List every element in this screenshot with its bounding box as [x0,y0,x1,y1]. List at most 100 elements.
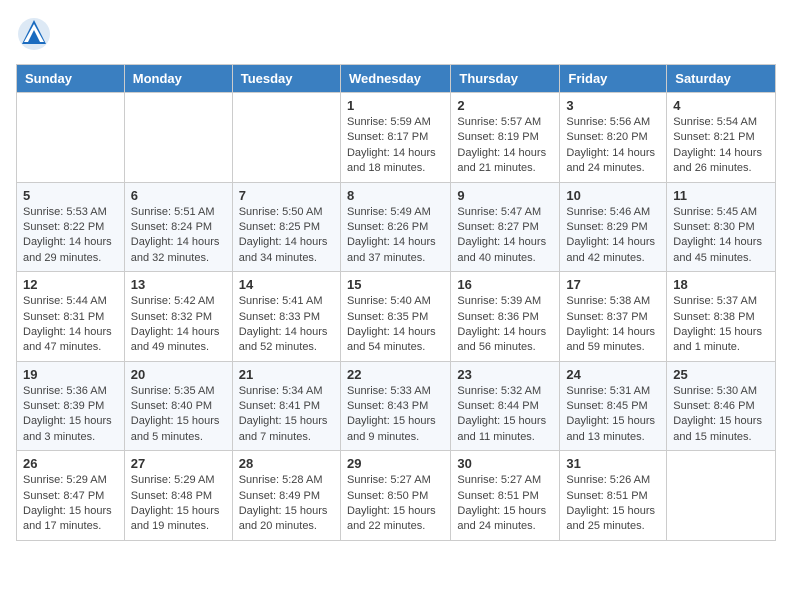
day-number: 31 [566,456,660,471]
day-number: 24 [566,367,660,382]
calendar-cell: 4 Sunrise: 5:54 AM Sunset: 8:21 PM Daylig… [667,93,776,183]
calendar-cell: 23 Sunrise: 5:32 AM Sunset: 8:44 PM Dayli… [451,361,560,451]
calendar-cell: 11 Sunrise: 5:45 AM Sunset: 8:30 PM Dayli… [667,182,776,272]
weekday-header-friday: Friday [560,65,667,93]
day-number: 7 [239,188,334,203]
day-info: Sunrise: 5:27 AM Sunset: 8:51 PM Dayligh… [457,473,553,535]
calendar-cell: 6 Sunrise: 5:51 AM Sunset: 8:24 PM Daylig… [124,182,232,272]
day-info: Sunrise: 5:59 AM Sunset: 8:17 PM Dayligh… [347,115,444,177]
day-info: Sunrise: 5:44 AM Sunset: 8:31 PM Dayligh… [23,294,118,356]
calendar-cell [17,93,125,183]
page-header [16,16,776,52]
calendar-cell: 10 Sunrise: 5:46 AM Sunset: 8:29 PM Dayli… [560,182,667,272]
day-info: Sunrise: 5:45 AM Sunset: 8:30 PM Dayligh… [673,205,769,267]
calendar-cell: 20 Sunrise: 5:35 AM Sunset: 8:40 PM Dayli… [124,361,232,451]
day-number: 29 [347,456,444,471]
calendar-cell: 21 Sunrise: 5:34 AM Sunset: 8:41 PM Dayli… [232,361,340,451]
weekday-header-saturday: Saturday [667,65,776,93]
day-info: Sunrise: 5:50 AM Sunset: 8:25 PM Dayligh… [239,205,334,267]
day-info: Sunrise: 5:56 AM Sunset: 8:20 PM Dayligh… [566,115,660,177]
day-info: Sunrise: 5:54 AM Sunset: 8:21 PM Dayligh… [673,115,769,177]
calendar-cell: 29Sunrise: 5:27 AM Sunset: 8:50 PM Dayli… [340,451,450,541]
calendar-cell: 8 Sunrise: 5:49 AM Sunset: 8:26 PM Daylig… [340,182,450,272]
calendar-cell: 16 Sunrise: 5:39 AM Sunset: 8:36 PM Dayli… [451,272,560,362]
day-info: Sunrise: 5:51 AM Sunset: 8:24 PM Dayligh… [131,205,226,267]
calendar-week-row: 26Sunrise: 5:29 AM Sunset: 8:47 PM Dayli… [17,451,776,541]
day-number: 21 [239,367,334,382]
day-number: 12 [23,277,118,292]
calendar-cell: 25Sunrise: 5:30 AM Sunset: 8:46 PM Dayli… [667,361,776,451]
day-number: 8 [347,188,444,203]
calendar-cell: 7 Sunrise: 5:50 AM Sunset: 8:25 PM Daylig… [232,182,340,272]
day-info: Sunrise: 5:26 AM Sunset: 8:51 PM Dayligh… [566,473,660,535]
calendar-cell: 31 Sunrise: 5:26 AM Sunset: 8:51 PM Dayli… [560,451,667,541]
day-number: 16 [457,277,553,292]
day-number: 9 [457,188,553,203]
calendar-week-row: 5Sunrise: 5:53 AM Sunset: 8:22 PM Daylig… [17,182,776,272]
calendar-cell [232,93,340,183]
calendar-cell: 18Sunrise: 5:37 AM Sunset: 8:38 PM Dayli… [667,272,776,362]
calendar-cell [667,451,776,541]
day-number: 23 [457,367,553,382]
calendar-cell: 26Sunrise: 5:29 AM Sunset: 8:47 PM Dayli… [17,451,125,541]
calendar-cell: 1Sunrise: 5:59 AM Sunset: 8:17 PM Daylig… [340,93,450,183]
day-info: Sunrise: 5:40 AM Sunset: 8:35 PM Dayligh… [347,294,444,356]
logo [16,16,56,52]
day-number: 5 [23,188,118,203]
calendar-cell [124,93,232,183]
day-number: 11 [673,188,769,203]
calendar-cell: 28 Sunrise: 5:28 AM Sunset: 8:49 PM Dayli… [232,451,340,541]
day-info: Sunrise: 5:34 AM Sunset: 8:41 PM Dayligh… [239,384,334,446]
day-info: Sunrise: 5:39 AM Sunset: 8:36 PM Dayligh… [457,294,553,356]
day-info: Sunrise: 5:28 AM Sunset: 8:49 PM Dayligh… [239,473,334,535]
day-number: 17 [566,277,660,292]
weekday-header-thursday: Thursday [451,65,560,93]
day-number: 15 [347,277,444,292]
day-number: 6 [131,188,226,203]
calendar-week-row: 19 Sunrise: 5:36 AM Sunset: 8:39 PM Dayli… [17,361,776,451]
calendar-cell: 19 Sunrise: 5:36 AM Sunset: 8:39 PM Dayli… [17,361,125,451]
day-number: 30 [457,456,553,471]
weekday-header-monday: Monday [124,65,232,93]
day-info: Sunrise: 5:57 AM Sunset: 8:19 PM Dayligh… [457,115,553,177]
calendar-cell: 27 Sunrise: 5:29 AM Sunset: 8:48 PM Dayli… [124,451,232,541]
calendar-cell: 15 Sunrise: 5:40 AM Sunset: 8:35 PM Dayli… [340,272,450,362]
calendar-cell: 12 Sunrise: 5:44 AM Sunset: 8:31 PM Dayli… [17,272,125,362]
day-info: Sunrise: 5:31 AM Sunset: 8:45 PM Dayligh… [566,384,660,446]
day-info: Sunrise: 5:41 AM Sunset: 8:33 PM Dayligh… [239,294,334,356]
calendar-cell: 5Sunrise: 5:53 AM Sunset: 8:22 PM Daylig… [17,182,125,272]
day-number: 3 [566,98,660,113]
day-number: 27 [131,456,226,471]
day-info: Sunrise: 5:46 AM Sunset: 8:29 PM Dayligh… [566,205,660,267]
calendar-cell: 24 Sunrise: 5:31 AM Sunset: 8:45 PM Dayli… [560,361,667,451]
logo-icon [16,16,52,52]
weekday-header-sunday: Sunday [17,65,125,93]
calendar-cell: 14Sunrise: 5:41 AM Sunset: 8:33 PM Dayli… [232,272,340,362]
day-info: Sunrise: 5:47 AM Sunset: 8:27 PM Dayligh… [457,205,553,267]
calendar-table: SundayMondayTuesdayWednesdayThursdayFrid… [16,64,776,541]
calendar-cell: 13 Sunrise: 5:42 AM Sunset: 8:32 PM Dayli… [124,272,232,362]
weekday-header-row: SundayMondayTuesdayWednesdayThursdayFrid… [17,65,776,93]
day-info: Sunrise: 5:29 AM Sunset: 8:48 PM Dayligh… [131,473,226,535]
day-info: Sunrise: 5:49 AM Sunset: 8:26 PM Dayligh… [347,205,444,267]
calendar-cell: 22Sunrise: 5:33 AM Sunset: 8:43 PM Dayli… [340,361,450,451]
weekday-header-wednesday: Wednesday [340,65,450,93]
calendar-cell: 30 Sunrise: 5:27 AM Sunset: 8:51 PM Dayli… [451,451,560,541]
day-number: 20 [131,367,226,382]
day-info: Sunrise: 5:32 AM Sunset: 8:44 PM Dayligh… [457,384,553,446]
calendar-cell: 9 Sunrise: 5:47 AM Sunset: 8:27 PM Daylig… [451,182,560,272]
day-info: Sunrise: 5:35 AM Sunset: 8:40 PM Dayligh… [131,384,226,446]
day-number: 13 [131,277,226,292]
day-number: 22 [347,367,444,382]
day-number: 4 [673,98,769,113]
day-number: 19 [23,367,118,382]
day-info: Sunrise: 5:29 AM Sunset: 8:47 PM Dayligh… [23,473,118,535]
calendar-week-row: 12 Sunrise: 5:44 AM Sunset: 8:31 PM Dayli… [17,272,776,362]
day-info: Sunrise: 5:42 AM Sunset: 8:32 PM Dayligh… [131,294,226,356]
day-info: Sunrise: 5:30 AM Sunset: 8:46 PM Dayligh… [673,384,769,446]
calendar-week-row: 1Sunrise: 5:59 AM Sunset: 8:17 PM Daylig… [17,93,776,183]
day-number: 10 [566,188,660,203]
day-number: 18 [673,277,769,292]
day-info: Sunrise: 5:36 AM Sunset: 8:39 PM Dayligh… [23,384,118,446]
day-number: 28 [239,456,334,471]
